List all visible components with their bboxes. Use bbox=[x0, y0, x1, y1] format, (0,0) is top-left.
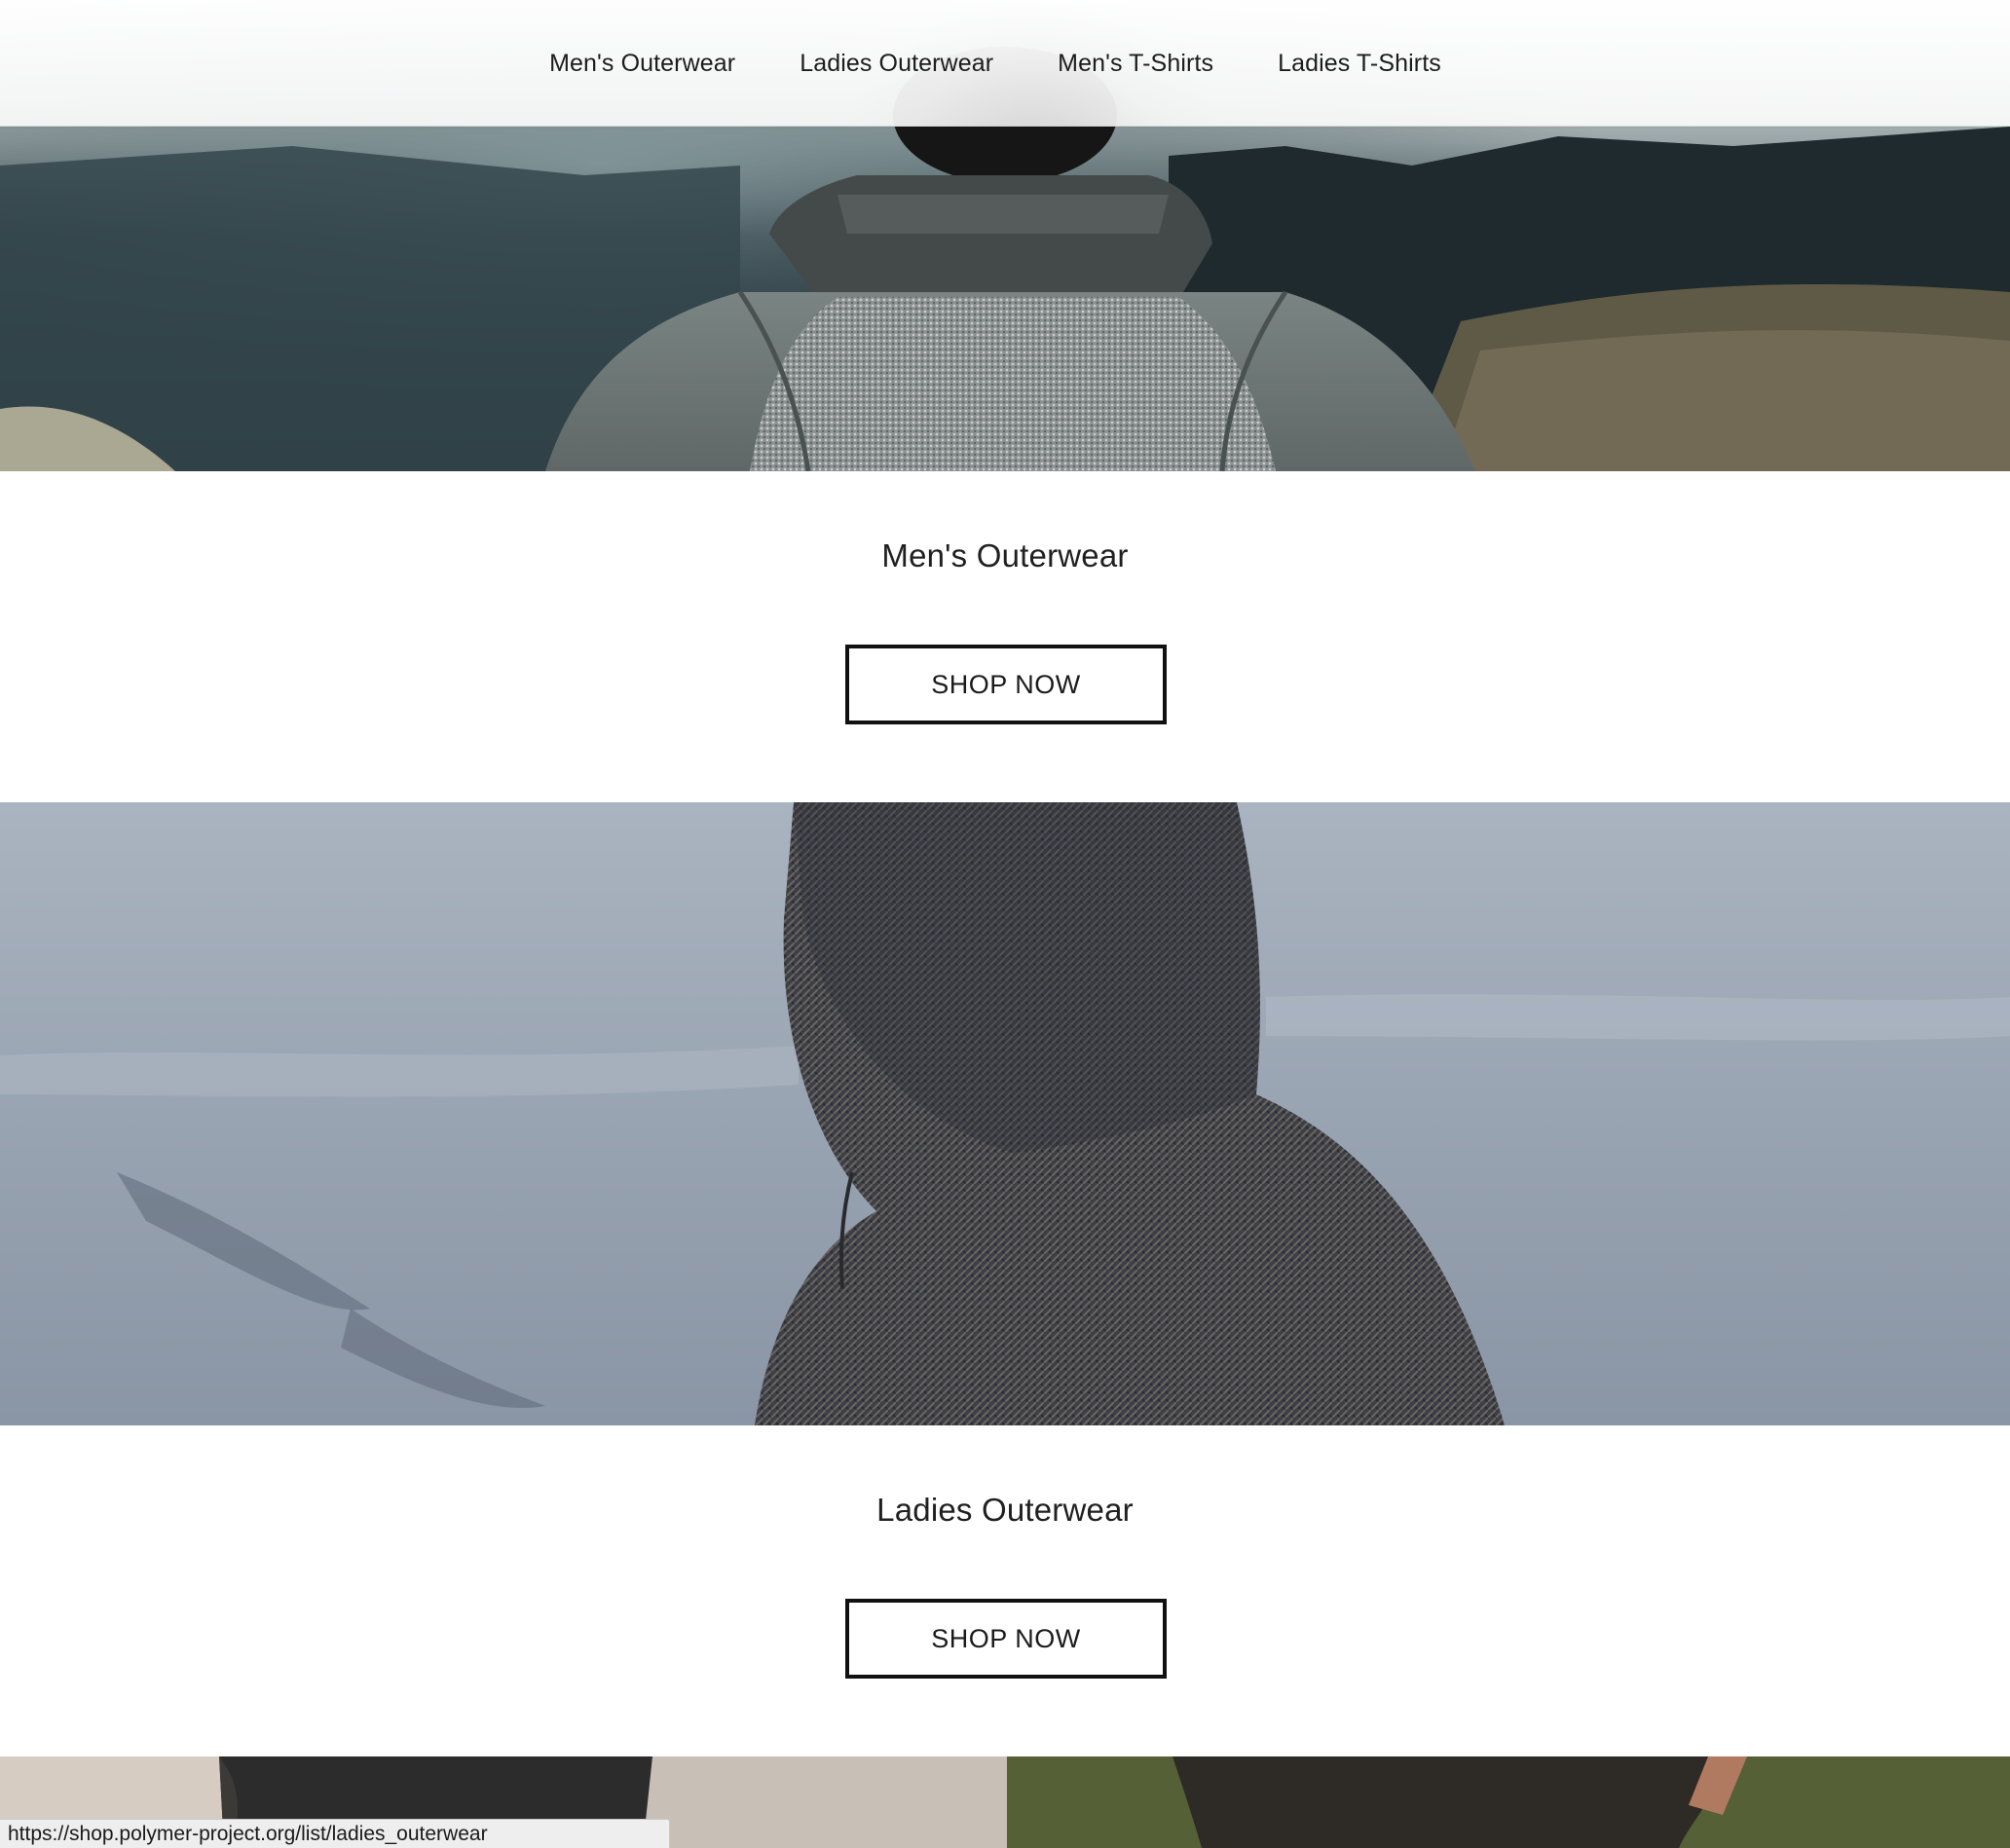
ladies-outerwear-hero-image[interactable] bbox=[0, 802, 2010, 1425]
ladies-t-shirts-image[interactable] bbox=[1007, 1756, 2010, 1848]
mens-outerwear-shop-now-button[interactable]: SHOP NOW bbox=[845, 645, 1167, 724]
tab-ladies-outerwear[interactable]: Ladies Outerwear bbox=[800, 50, 993, 78]
tab-mens-t-shirts[interactable]: Men's T-Shirts bbox=[1058, 50, 1213, 78]
tab-mens-outerwear[interactable]: Men's Outerwear bbox=[549, 50, 735, 78]
ladies-outerwear-shop-now-button[interactable]: SHOP NOW bbox=[845, 1599, 1167, 1679]
mens-outerwear-title: Men's Outerwear bbox=[881, 537, 1129, 573]
category-tabs: Men's Outerwear Ladies Outerwear Men's T… bbox=[0, 0, 2010, 127]
top-navigation-bar: Men's Outerwear Ladies Outerwear Men's T… bbox=[0, 0, 2010, 127]
tab-ladies-t-shirts[interactable]: Ladies T-Shirts bbox=[1278, 50, 1441, 78]
ladies-outerwear-photo bbox=[0, 802, 2010, 1425]
shop-home-page: Men's Outerwear Ladies Outerwear Men's T… bbox=[0, 0, 2010, 1848]
ladies-t-shirts-photo bbox=[1007, 1756, 2010, 1848]
ladies-outerwear-title: Ladies Outerwear bbox=[876, 1492, 1134, 1528]
link-preview-status-bar: https://shop.polymer-project.org/list/la… bbox=[0, 1819, 670, 1848]
